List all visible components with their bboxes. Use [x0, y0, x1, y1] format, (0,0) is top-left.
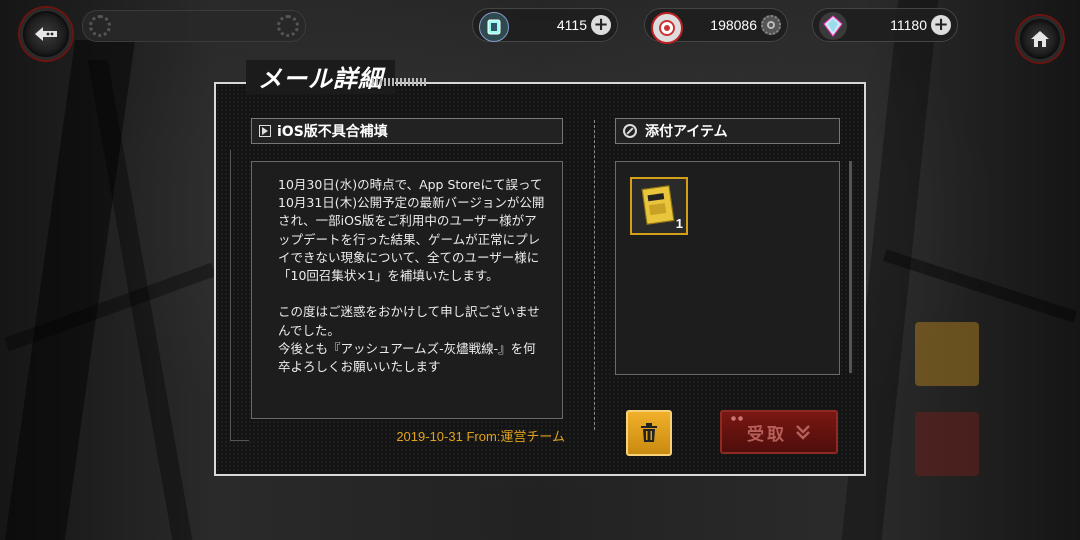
background-menu-button	[915, 322, 979, 386]
mail-date-sender: 2019-10-31 From:運営チーム	[396, 429, 565, 444]
gear-decoration-icon	[89, 15, 111, 37]
screen-title-bar	[82, 10, 306, 42]
paperclip-icon	[623, 124, 637, 138]
background-menu-button	[915, 412, 979, 476]
panel-divider	[594, 120, 595, 430]
medal-icon	[651, 12, 683, 44]
double-chevron-down-icon	[796, 425, 810, 440]
home-icon	[1031, 31, 1049, 47]
diamond-icon	[819, 12, 847, 40]
mail-body[interactable]: 10月30日(水)の時点で、App Storeにて誤って10月31日(木)公開予…	[251, 161, 563, 419]
add-currency-button[interactable]: +	[591, 15, 611, 35]
play-icon	[259, 125, 271, 137]
currency-crystal: 4115 +	[472, 8, 618, 42]
panel-title-wrap: メール詳細	[246, 60, 395, 94]
receive-label: 受取	[747, 424, 787, 445]
panel-title: メール詳細	[258, 64, 383, 93]
gear-decoration-icon	[277, 15, 299, 37]
back-button[interactable]	[20, 8, 72, 60]
item-count: 1	[675, 216, 683, 231]
trash-icon	[641, 423, 657, 442]
add-currency-button[interactable]: +	[931, 15, 951, 35]
currency-gear-button[interactable]	[761, 15, 781, 35]
currency-value: 4115	[556, 17, 587, 33]
currency-value: 198086	[710, 17, 757, 33]
currency-medal: 198086	[644, 8, 788, 44]
panel-decoration-lines	[230, 150, 249, 441]
receive-button[interactable]: 受取	[720, 410, 838, 454]
currency-diamond: 11180 +	[812, 8, 958, 42]
title-stripes-decoration	[372, 78, 428, 86]
attachment-item[interactable]: 1	[630, 177, 688, 235]
attachments-header-bar: 添付アイテム	[615, 118, 840, 144]
attachments-header: 添付アイテム	[645, 124, 728, 140]
currency-value: 11180	[890, 17, 927, 33]
dots-decoration	[730, 416, 744, 421]
home-button[interactable]	[1017, 16, 1063, 62]
delete-mail-button[interactable]	[626, 410, 672, 456]
back-arrow-icon	[35, 27, 57, 41]
crystal-card-icon	[479, 12, 509, 42]
attachments-scrollbar[interactable]	[849, 161, 852, 373]
mail-subject: iOS版不具合補填	[277, 124, 388, 140]
mail-subject-bar: iOS版不具合補填	[251, 118, 563, 144]
summon-ticket-icon	[641, 185, 675, 225]
gear-icon	[767, 21, 775, 29]
